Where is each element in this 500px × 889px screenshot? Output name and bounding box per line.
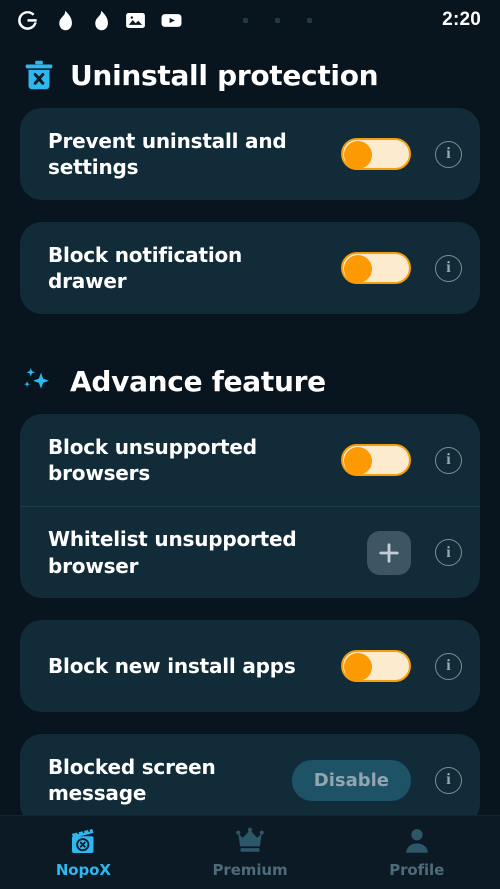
section-title: Advance feature [70, 364, 326, 398]
info-icon[interactable]: i [435, 766, 462, 794]
toggle-thumb [344, 141, 372, 169]
setting-label: Prevent uninstall and settings [48, 128, 287, 179]
setting-row-block-notification-drawer[interactable]: Block notification drawer i [20, 222, 480, 314]
setting-label: Block new install apps [48, 653, 296, 678]
app-screen: 2:20 Uninstall protection Prevent uninst… [0, 0, 500, 889]
setting-label: Blocked screen message [48, 754, 216, 805]
status-bar: 2:20 [0, 0, 500, 40]
settings-card: Block new install apps i [20, 620, 480, 712]
toggle-block-new-install-apps[interactable] [341, 650, 411, 682]
setting-row-block-new-install-apps[interactable]: Block new install apps i [20, 620, 480, 712]
settings-card: Block notification drawer i [20, 222, 480, 314]
info-icon[interactable]: i [435, 539, 462, 566]
person-icon [405, 829, 428, 853]
clapperboard-x-icon [72, 827, 94, 853]
status-bar-clock: 2:20 [442, 9, 481, 30]
flame-icon [95, 10, 108, 30]
toggle-block-unsupported-browsers[interactable] [341, 444, 411, 476]
section-header-uninstall-protection: Uninstall protection [20, 40, 480, 108]
section-title: Uninstall protection [70, 58, 379, 92]
nav-item-profile[interactable]: Profile [333, 816, 500, 889]
google-icon [18, 10, 37, 30]
info-icon[interactable]: i [435, 140, 462, 168]
setting-label: Whitelist unsupported browser [48, 527, 297, 578]
settings-card: Prevent uninstall and settings i [20, 108, 480, 200]
status-dot [307, 17, 312, 23]
status-bar-notification-icons [16, 9, 183, 32]
toggle-thumb [344, 447, 372, 475]
nav-item-nopox[interactable]: NopoX [0, 816, 167, 889]
setting-label: Block notification drawer [48, 242, 243, 293]
blocked-screen-message-disable-button[interactable]: Disable [291, 759, 411, 801]
photo-icon [126, 12, 145, 28]
setting-row-whitelist-unsupported-browser[interactable]: Whitelist unsupported browser i [20, 506, 480, 598]
status-dot [243, 17, 248, 23]
setting-row-blocked-screen-message[interactable]: Blocked screen message Disable i [20, 734, 480, 815]
setting-row-prevent-uninstall-and-settings[interactable]: Prevent uninstall and settings i [20, 108, 480, 200]
settings-card: Blocked screen message Disable i [20, 734, 480, 815]
add-whitelist-browser-button[interactable] [367, 530, 411, 575]
youtube-icon [161, 13, 182, 27]
crown-icon [236, 827, 264, 852]
toggle-block-notification-drawer[interactable] [341, 252, 411, 284]
sparkles-icon [24, 367, 49, 389]
toggle-prevent-uninstall-and-settings[interactable] [341, 138, 411, 170]
nav-label: Profile [389, 861, 445, 879]
toggle-thumb [344, 653, 372, 681]
nav-item-premium[interactable]: Premium [167, 816, 334, 889]
nav-label: NopoX [55, 861, 111, 879]
plus-icon [379, 542, 399, 563]
settings-scroll-area[interactable]: Uninstall protection Prevent uninstall a… [0, 40, 500, 815]
status-dot [275, 17, 280, 23]
info-icon[interactable]: i [435, 254, 462, 282]
flame-icon [59, 10, 72, 30]
settings-card: Block unsupported browsers i Whitelist u… [20, 414, 480, 598]
setting-row-block-unsupported-browsers[interactable]: Block unsupported browsers i [20, 414, 480, 506]
status-bar-extra-dots [243, 17, 312, 23]
info-icon[interactable]: i [435, 446, 462, 474]
toggle-thumb [344, 255, 372, 283]
trash-x-icon [25, 60, 53, 90]
nav-label: Premium [212, 861, 288, 879]
setting-label: Block unsupported browsers [48, 434, 257, 485]
bottom-navigation-bar: NopoX Premium Profile [0, 815, 500, 889]
info-icon[interactable]: i [435, 652, 462, 680]
section-header-advance-feature: Advance feature [20, 336, 480, 414]
